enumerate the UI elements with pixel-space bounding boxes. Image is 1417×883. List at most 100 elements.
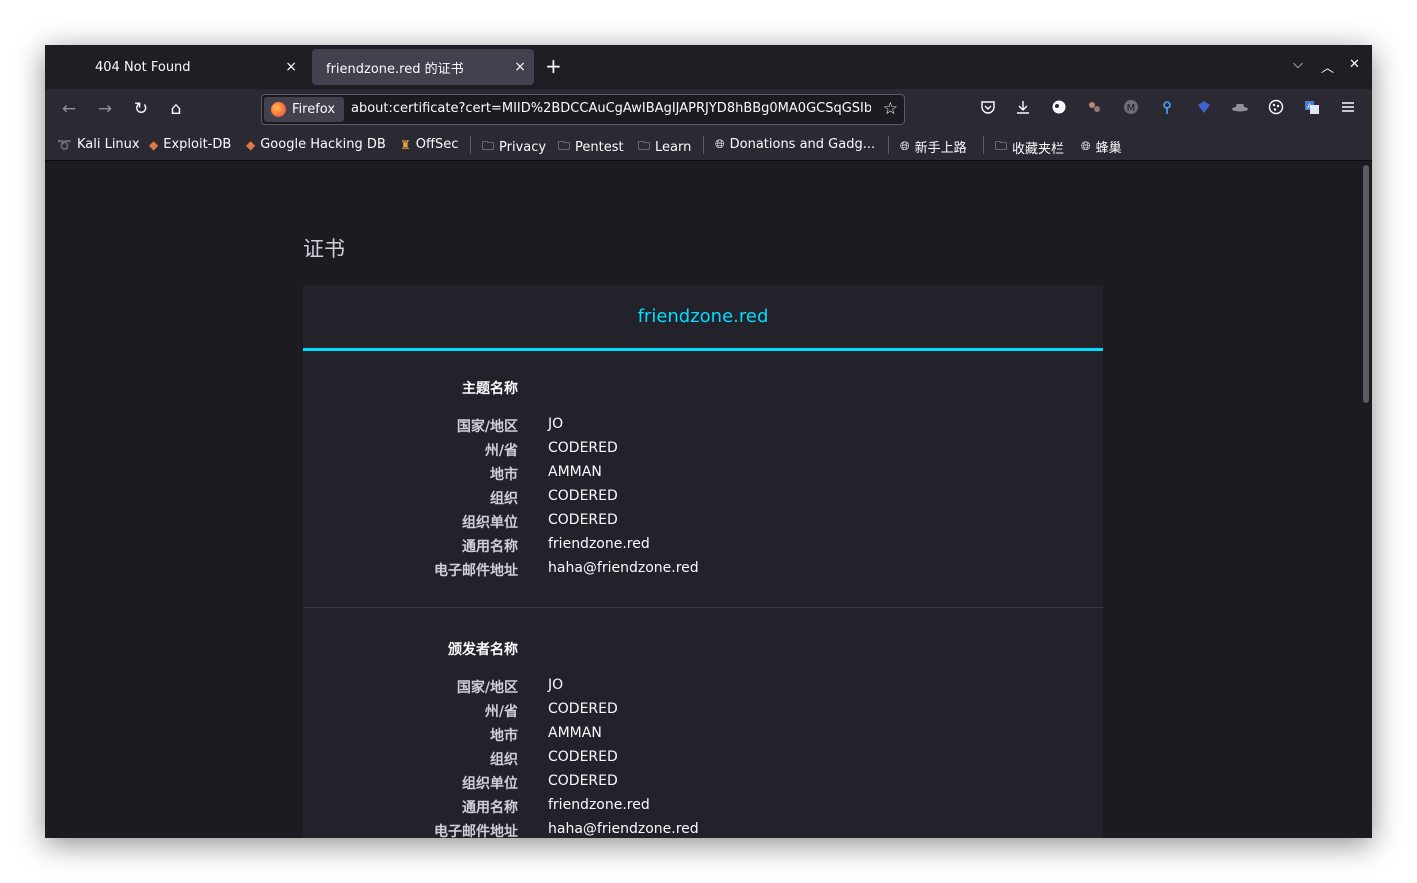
cert-field-row: 组织 CODERED <box>303 488 1103 512</box>
field-label: 州/省 <box>484 704 518 720</box>
field-value: friendzone.red <box>548 797 650 813</box>
field-value: JO <box>548 416 564 432</box>
pocket-icon[interactable] <box>978 99 998 119</box>
menu-icon[interactable] <box>1338 99 1358 119</box>
url-input[interactable]: about:certificate?cert=MIID%2BDCCAuCgAwI… <box>351 101 871 116</box>
url-bar[interactable]: Firefox about:certificate?cert=MIID%2BDC… <box>261 94 905 125</box>
list-tabs-icon[interactable]: ⌵ <box>1293 57 1303 72</box>
translate-icon[interactable]: A <box>1302 99 1322 119</box>
section-divider <box>303 607 1103 608</box>
tab-close-icon[interactable]: × <box>285 59 297 75</box>
field-value: haha@friendzone.red <box>548 821 699 837</box>
reload-button[interactable]: ↻ <box>129 97 153 121</box>
folder-icon: 🗀 <box>638 139 651 153</box>
globe-icon: 🌐︎ <box>715 137 725 151</box>
browser-window: 404 Not Found × friendzone.red 的证书 × + ⌵… <box>45 45 1372 838</box>
bookmark-folder-pentest[interactable]: 🗀 Pentest <box>558 137 624 158</box>
field-label: 地市 <box>490 728 518 744</box>
firefox-icon <box>271 102 286 117</box>
folder-icon: 🗀 <box>558 139 571 153</box>
new-tab-button[interactable]: + <box>545 54 562 78</box>
field-value: CODERED <box>548 749 618 765</box>
bookmark-label: Donations and Gadg... <box>729 137 876 152</box>
certificate-tab[interactable]: friendzone.red <box>303 285 1103 351</box>
cookie-extension-icon[interactable] <box>1085 99 1105 119</box>
bookmark-exploit-db[interactable]: ◆ Exploit-DB <box>149 137 231 152</box>
bookmark-folder-privacy[interactable]: 🗀 Privacy <box>482 137 546 158</box>
field-label: 地市 <box>490 467 518 483</box>
field-label: 通用名称 <box>462 800 518 816</box>
bookmark-donations[interactable]: 🌐︎ Donations and Gadg... <box>715 137 875 152</box>
bookmark-offsec[interactable]: ♜ OffSec <box>400 137 458 152</box>
field-value: CODERED <box>548 701 618 717</box>
folder-icon: 🗀 <box>995 139 1008 153</box>
cert-field-row: 地市 AMMAN <box>303 464 1103 488</box>
bookmark-label: 收藏夹栏 <box>1012 142 1065 157</box>
ghdb-icon: ◆ <box>246 137 256 152</box>
shield-icon[interactable] <box>1194 99 1214 119</box>
hat-icon[interactable] <box>1230 99 1250 119</box>
scrollbar-thumb[interactable] <box>1363 165 1369 403</box>
bookmark-separator <box>470 136 471 154</box>
forward-button[interactable]: → <box>93 97 117 121</box>
svg-text:M: M <box>1127 103 1136 114</box>
tab-close-icon[interactable]: × <box>514 59 526 75</box>
globe-icon: 🌐︎ <box>1081 139 1091 153</box>
close-window-icon[interactable]: ✕ <box>1349 57 1360 72</box>
cert-field-row: 电子邮件地址 haha@friendzone.red <box>303 560 1103 584</box>
field-value: haha@friendzone.red <box>548 560 699 576</box>
field-value: CODERED <box>548 773 618 789</box>
bookmark-folder-learn[interactable]: 🗀 Learn <box>638 137 691 158</box>
kali-icon: ➰ <box>57 137 72 152</box>
cert-field-row: 组织单位 CODERED <box>303 512 1103 536</box>
field-label: 电子邮件地址 <box>434 824 518 838</box>
cert-field-row: 通用名称 friendzone.red <box>303 797 1103 821</box>
bookmark-label: 新手上路 <box>914 141 967 156</box>
field-label: 国家/地区 <box>456 680 518 696</box>
certificate-card: friendzone.red 主题名称 国家/地区 JO 州/省 CODERED… <box>303 285 1103 838</box>
field-value: CODERED <box>548 512 618 528</box>
field-value: CODERED <box>548 440 618 456</box>
metamask-icon[interactable]: M <box>1121 99 1141 119</box>
tab-certificate[interactable]: friendzone.red 的证书 × <box>312 49 534 85</box>
section-heading: 主题名称 <box>462 381 518 397</box>
home-button[interactable]: ⌂ <box>164 97 188 121</box>
tab-strip: 404 Not Found × friendzone.red 的证书 × + ⌵… <box>45 45 1372 89</box>
tab-404-not-found[interactable]: 404 Not Found × <box>81 49 305 85</box>
exploitdb-icon: ◆ <box>149 137 159 152</box>
field-label: 组织单位 <box>462 776 518 792</box>
bookmark-label: 蜂巢 <box>1095 141 1122 156</box>
back-button[interactable]: ← <box>57 97 81 121</box>
identity-box[interactable]: Firefox <box>264 97 344 122</box>
bookmark-kali-linux[interactable]: ➰ Kali Linux <box>57 137 140 152</box>
bookmark-label: Privacy <box>499 140 547 155</box>
bookmark-separator <box>703 136 704 154</box>
field-label: 组织单位 <box>462 515 518 531</box>
bookmark-hive[interactable]: 🌐︎ 蜂巢 <box>1081 137 1122 156</box>
identity-label: Firefox <box>292 102 336 117</box>
tab-title: 404 Not Found <box>95 59 191 75</box>
bookmark-star-icon[interactable]: ☆ <box>883 99 898 119</box>
svg-text:A: A <box>1307 103 1312 111</box>
bookmark-getting-started[interactable]: 🌐︎ 新手上路 <box>900 137 967 156</box>
bookmark-label: Pentest <box>575 140 624 155</box>
field-label: 组织 <box>490 491 518 507</box>
bookmarks-toolbar: ➰ Kali Linux ◆ Exploit-DB ◆ Google Hacki… <box>45 129 1372 161</box>
field-value: CODERED <box>548 488 618 504</box>
field-label: 组织 <box>490 752 518 768</box>
bookmark-separator <box>983 136 984 154</box>
bookmark-folder-favorites[interactable]: 🗀 收藏夹栏 <box>995 137 1064 158</box>
field-value: JO <box>548 677 564 693</box>
cert-field-row: 通用名称 friendzone.red <box>303 536 1103 560</box>
puzzle-icon[interactable] <box>1266 99 1286 119</box>
page-content: 证书 friendzone.red 主题名称 国家/地区 JO 州/省 CODE… <box>45 161 1372 838</box>
bookmark-google-hacking-db[interactable]: ◆ Google Hacking DB <box>246 137 386 152</box>
bookmark-label: Learn <box>655 140 692 155</box>
maximize-icon[interactable]: ︿ <box>1321 57 1334 76</box>
cert-field-row: 国家/地区 JO <box>303 416 1103 440</box>
download-icon[interactable] <box>1013 99 1033 119</box>
pin-icon[interactable] <box>1157 99 1177 119</box>
bookmark-label: OffSec <box>415 137 459 152</box>
bookmark-label: Google Hacking DB <box>260 137 386 152</box>
extension-icon[interactable] <box>1049 99 1069 119</box>
